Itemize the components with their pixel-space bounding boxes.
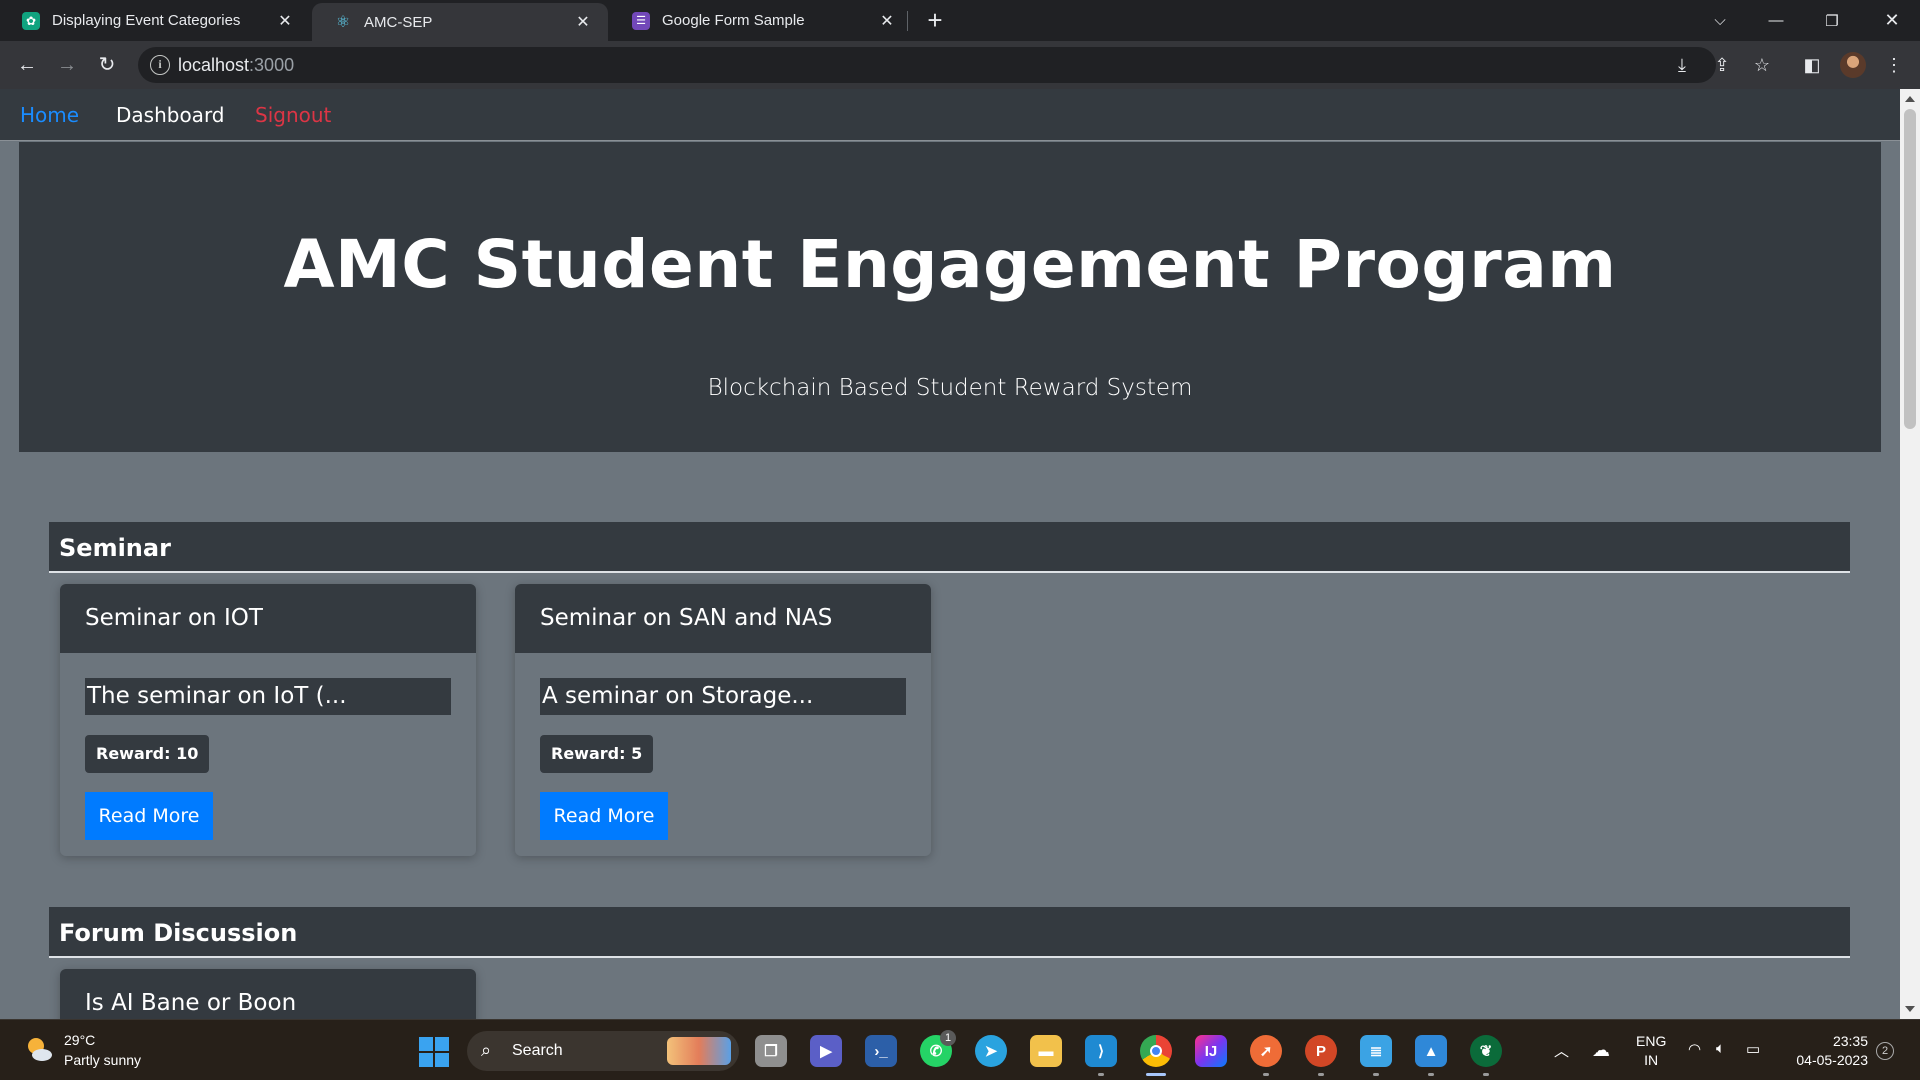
notification-count-badge[interactable]: 2 bbox=[1876, 1042, 1894, 1060]
taskbar-clock[interactable]: 23:35 04-05-2023 bbox=[1786, 1032, 1868, 1070]
card-title: Seminar on SAN and NAS bbox=[515, 584, 931, 653]
minimize-button[interactable]: — bbox=[1748, 0, 1804, 41]
region-code: IN bbox=[1644, 1052, 1659, 1068]
install-app-icon[interactable]: ⤓ bbox=[1668, 51, 1696, 79]
running-indicator bbox=[1428, 1073, 1434, 1076]
url-text[interactable]: localhost:3000 bbox=[178, 55, 294, 76]
clock-date: 04-05-2023 bbox=[1796, 1052, 1868, 1068]
running-indicator bbox=[1483, 1073, 1489, 1076]
event-card: Seminar on SAN and NAS A seminar on Stor… bbox=[515, 584, 931, 856]
battery-icon[interactable]: ▭ bbox=[1746, 1040, 1760, 1058]
section-header-seminar: Seminar bbox=[49, 522, 1850, 573]
whatsapp-badge: 1 bbox=[940, 1030, 956, 1046]
side-panel-icon[interactable]: ◧ bbox=[1798, 51, 1826, 79]
taskbar-search[interactable]: ⌕ Search bbox=[467, 1031, 739, 1071]
start-windows-icon[interactable] bbox=[419, 1037, 449, 1067]
close-window-button[interactable]: ✕ bbox=[1864, 0, 1920, 41]
partly-sunny-weather-icon[interactable] bbox=[24, 1034, 54, 1064]
openai-icon: ✿ bbox=[22, 11, 40, 30]
section-header-forum-discussion: Forum Discussion bbox=[49, 907, 1850, 958]
tab-amc-sep[interactable]: ⚛ AMC-SEP ✕ bbox=[312, 3, 608, 41]
nav-dashboard-link[interactable]: Dashboard bbox=[116, 103, 225, 127]
language-indicator[interactable]: ENG IN bbox=[1636, 1032, 1666, 1070]
close-tab-icon[interactable]: ✕ bbox=[878, 11, 896, 31]
site-navbar: Home Dashboard Signout bbox=[0, 89, 1900, 141]
forward-arrow-icon[interactable]: → bbox=[53, 51, 81, 79]
read-more-button[interactable]: Read More bbox=[85, 792, 213, 840]
notepad-icon[interactable]: ≣ bbox=[1360, 1035, 1392, 1067]
nav-home-link[interactable]: Home bbox=[20, 103, 79, 127]
postman-icon[interactable]: ➚ bbox=[1250, 1035, 1282, 1067]
windows-taskbar: 29°C Partly sunny ⌕ Search ❐ ▶ ›_ ✆ 1 ➤ … bbox=[0, 1019, 1920, 1080]
reward-badge: Reward: 5 bbox=[540, 735, 654, 773]
back-arrow-icon[interactable]: ← bbox=[13, 51, 41, 79]
chrome-icon[interactable] bbox=[1140, 1035, 1172, 1067]
running-indicator bbox=[1318, 1073, 1324, 1076]
running-indicator bbox=[1098, 1073, 1104, 1076]
photos-icon[interactable]: ▲ bbox=[1415, 1035, 1447, 1067]
search-highlight-art-icon bbox=[667, 1037, 731, 1065]
hero-title: AMC Student Engagement Program bbox=[283, 226, 1617, 303]
hero-subtitle: Blockchain Based Student Reward System bbox=[707, 375, 1193, 401]
running-indicator bbox=[1263, 1073, 1269, 1076]
reward-badge: Reward: 10 bbox=[85, 735, 210, 773]
react-icon: ⚛ bbox=[335, 14, 351, 31]
browser-menu-icon[interactable]: ⋮ bbox=[1880, 51, 1908, 79]
search-icon: ⌕ bbox=[481, 1040, 492, 1060]
bookmark-star-icon[interactable]: ☆ bbox=[1748, 51, 1776, 79]
volume-icon[interactable]: 🔈︎ bbox=[1716, 1040, 1725, 1057]
restore-button[interactable]: ❐ bbox=[1804, 0, 1860, 41]
card-description: A seminar on Storage... bbox=[540, 678, 906, 715]
new-tab-button[interactable]: + bbox=[921, 6, 949, 34]
teams-chat-icon[interactable]: ▶ bbox=[810, 1035, 842, 1067]
weather-temperature[interactable]: 29°C bbox=[64, 1032, 95, 1048]
tab-google-form-sample[interactable]: ☰ Google Form Sample ✕ bbox=[610, 0, 912, 41]
close-tab-icon[interactable]: ✕ bbox=[574, 12, 592, 32]
site-info-icon[interactable]: i bbox=[150, 55, 170, 75]
scroll-up-arrow-icon[interactable] bbox=[1905, 96, 1915, 102]
powerpoint-icon[interactable]: P bbox=[1305, 1035, 1337, 1067]
tab-displaying-event-categories[interactable]: ✿ Displaying Event Categories ✕ bbox=[0, 0, 310, 41]
file-explorer-icon[interactable]: ▬ bbox=[1030, 1035, 1062, 1067]
card-title: Is AI Bane or Boon bbox=[60, 969, 476, 1019]
clock-time: 23:35 bbox=[1832, 1033, 1868, 1049]
page-content: Home Dashboard Signout AMC Student Engag… bbox=[0, 89, 1900, 1019]
scrollbar-thumb[interactable] bbox=[1904, 109, 1916, 429]
vscode-icon[interactable]: ⟩ bbox=[1085, 1035, 1117, 1067]
card-title: Seminar on IOT bbox=[60, 584, 476, 653]
active-app-indicator bbox=[1146, 1073, 1166, 1076]
intellij-idea-icon[interactable]: IJ bbox=[1195, 1035, 1227, 1067]
read-more-button[interactable]: Read More bbox=[540, 792, 668, 840]
browser-tab-strip: ✿ Displaying Event Categories ✕ ⚛ AMC-SE… bbox=[0, 0, 1920, 41]
browser-toolbar: ← → ↻ i localhost:3000 ⤓ ⇪ ☆ ◧ ⋮ bbox=[0, 41, 1920, 89]
page-scrollbar[interactable] bbox=[1900, 89, 1920, 1019]
weather-description[interactable]: Partly sunny bbox=[64, 1052, 141, 1068]
profile-avatar[interactable] bbox=[1840, 52, 1866, 78]
tab-separator bbox=[907, 11, 908, 31]
task-view-icon[interactable]: ❐ bbox=[755, 1035, 787, 1067]
hero-banner: AMC Student Engagement Program Blockchai… bbox=[19, 142, 1881, 452]
mongodb-compass-icon[interactable]: ❦ bbox=[1470, 1035, 1502, 1067]
wifi-icon[interactable]: ◠ bbox=[1688, 1040, 1701, 1058]
search-label: Search bbox=[512, 1042, 563, 1059]
telegram-icon[interactable]: ➤ bbox=[975, 1035, 1007, 1067]
reload-icon[interactable]: ↻ bbox=[93, 51, 121, 79]
language-code: ENG bbox=[1636, 1033, 1667, 1049]
share-icon[interactable]: ⇪ bbox=[1708, 51, 1736, 79]
scroll-down-arrow-icon[interactable] bbox=[1905, 1006, 1915, 1012]
google-forms-icon: ☰ bbox=[632, 11, 650, 30]
tab-search-chevron-icon[interactable]: ⌵ bbox=[1692, 0, 1748, 41]
address-bar[interactable]: i localhost:3000 bbox=[138, 47, 1716, 83]
nav-signout-link[interactable]: Signout bbox=[255, 103, 331, 127]
event-card: Is AI Bane or Boon bbox=[60, 969, 476, 1019]
show-hidden-icons-chevron-icon[interactable]: ︿ bbox=[1554, 1040, 1569, 1061]
close-tab-icon[interactable]: ✕ bbox=[276, 11, 294, 31]
powershell-icon[interactable]: ›_ bbox=[865, 1035, 897, 1067]
onedrive-cloud-icon[interactable]: ☁ bbox=[1592, 1040, 1610, 1061]
event-card: Seminar on IOT The seminar on IoT (... R… bbox=[60, 584, 476, 856]
card-description: The seminar on IoT (... bbox=[85, 678, 451, 715]
running-indicator bbox=[1373, 1073, 1379, 1076]
